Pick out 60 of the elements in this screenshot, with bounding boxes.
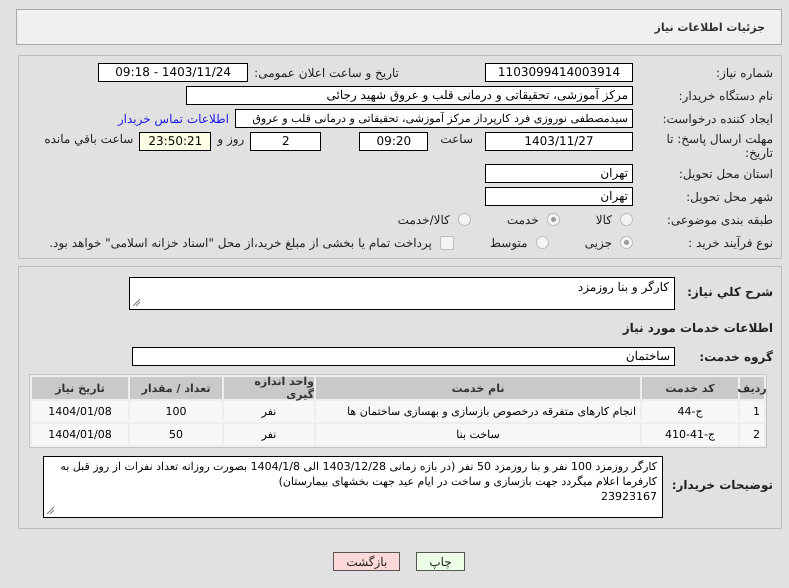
resize-grip-icon[interactable]: [132, 298, 141, 307]
days-field: 2: [250, 132, 322, 151]
section-heading: اطلاعات خدمات مورد نیاز: [621, 320, 774, 334]
field-label: نوع فرآیند خرید :: [687, 236, 774, 250]
table-cell: 2: [740, 424, 764, 445]
radio-label: خدمت: [506, 212, 539, 226]
table-cell: ج-41-410: [642, 424, 738, 445]
summary-field[interactable]: کارگر و بنا روزمزد: [129, 277, 675, 310]
radio-button[interactable]: [536, 236, 549, 249]
page-title: جزئیات اطلاعات نیاز: [16, 9, 782, 45]
column-header: تعداد / مقدار: [130, 377, 222, 399]
time-field: 09:20: [359, 132, 428, 151]
remaining-time-field: 23:50:21: [139, 132, 212, 151]
field-label: نام دستگاه خریدار:: [678, 88, 774, 102]
table-cell: 1404/01/08: [32, 401, 128, 422]
table-cell: 1404/01/08: [32, 424, 128, 445]
field-label: استان محل تحویل:: [678, 166, 774, 180]
column-header: تاریخ نیاز: [32, 377, 128, 399]
field-label: مهلت ارسال پاسخ: تا تاریخ:: [665, 132, 774, 160]
radio-button[interactable]: [458, 213, 471, 226]
checkbox-label: پرداخت تمام یا بخشی از مبلغ خرید،از محل "اسناد خزانه اسلامی" خواهد بود.: [49, 236, 432, 250]
radio-button[interactable]: [620, 213, 633, 226]
column-header: نام خدمت: [316, 377, 640, 399]
notes-text: 23923167: [600, 489, 657, 504]
column-header: ردیف: [740, 377, 764, 399]
resize-grip-icon[interactable]: [46, 506, 55, 515]
field-label: شهر محل تحویل:: [685, 190, 774, 204]
notes-text: کارگر روزمزد 100 نفر و بنا روزمزد 50 نفر (در بازه زمانی 1403/12/28 الی 1404/1/8 بصورت روزانه تعداد نفرات از روز قبل به کارفرما اعلام میگردد جهت بازسازی و ساخت در ایام عید جهت بخشهای بیمارستان): [59, 459, 657, 489]
table-cell: نفر: [224, 424, 314, 445]
date-field: 1403/11/27: [485, 132, 633, 151]
column-header: واحد اندازه گیری: [224, 377, 314, 399]
field-label: ساعت: [440, 132, 473, 146]
field-label: توضیحات خریدار:: [670, 477, 774, 492]
radio-label: کالا/خدمت: [398, 212, 450, 226]
field-label: طبقه بندی موضوعی:: [666, 212, 774, 226]
radio-label: کالا: [596, 212, 612, 226]
column-header: کد خدمت: [642, 377, 738, 399]
radio-label: متوسط: [490, 236, 528, 250]
back-button[interactable]: بازگشت: [333, 552, 400, 571]
field-label: ایجاد کننده درخواست:: [661, 112, 774, 126]
radio-button[interactable]: [620, 236, 633, 249]
table-cell: 1: [740, 401, 764, 422]
table-cell: انجام کارهای متفرقه درخصوص بازسازی و بهسازی ساختمان ها: [316, 401, 640, 422]
field-label: شماره نیاز:: [715, 66, 774, 80]
table-cell: 100: [130, 401, 222, 422]
table-cell: نفر: [224, 401, 314, 422]
field-label: روز و: [217, 132, 244, 146]
radio-label: جزیی: [584, 236, 612, 250]
field-label: تاریخ و ساعت اعلان عمومی:: [254, 66, 399, 80]
field-label: شرح کلي نیاز:: [686, 284, 774, 299]
table-cell: 50: [130, 424, 222, 445]
table-cell: ج-44: [642, 401, 738, 422]
radio-button[interactable]: [546, 213, 560, 226]
table-cell: ساخت بنا: [316, 424, 640, 445]
print-button[interactable]: چاپ: [416, 552, 465, 571]
field-label: گروه خدمت:: [698, 350, 774, 364]
notes-field[interactable]: [43, 456, 663, 518]
checkbox[interactable]: [440, 236, 454, 250]
field-label: ساعت باقي مانده: [44, 132, 134, 146]
contact-link[interactable]: اطلاعات تماس خریدار: [118, 112, 229, 126]
